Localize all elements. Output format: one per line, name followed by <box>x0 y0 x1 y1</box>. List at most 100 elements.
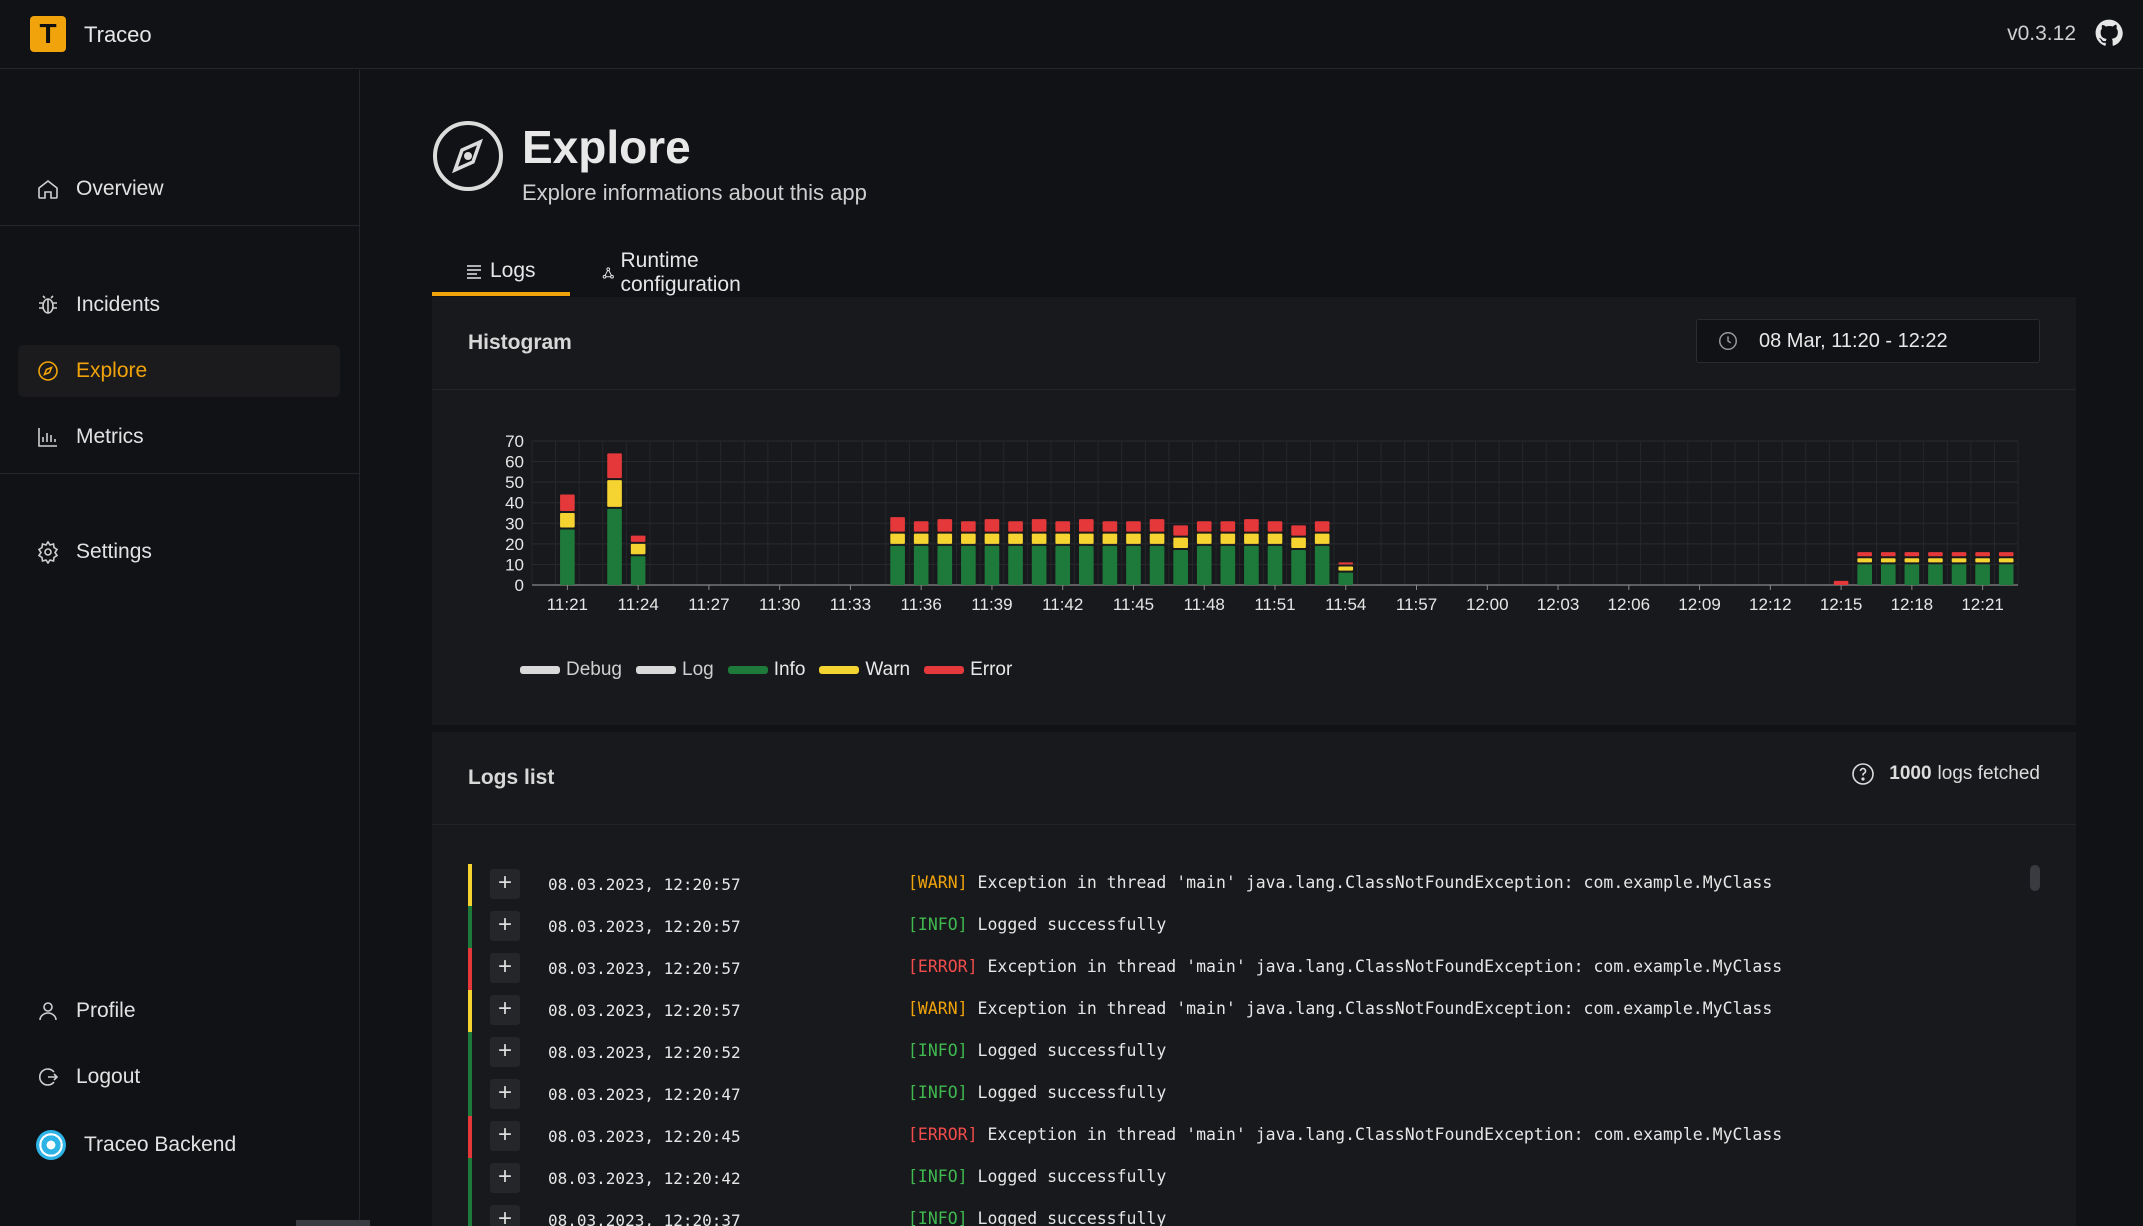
log-row[interactable]: +08.03.2023, 12:20:57 [INFO] Logged succe… <box>468 906 2028 948</box>
horizontal-scrollbar[interactable] <box>296 1220 370 1226</box>
x-tick-label: 11:45 <box>1113 595 1154 614</box>
histogram-bar-warn <box>1220 533 1236 544</box>
fetched-number: 1000 <box>1889 763 1932 784</box>
sidebar-item-profile[interactable]: Profile <box>18 985 340 1037</box>
y-tick-label: 0 <box>515 576 524 595</box>
expand-log-button[interactable]: + <box>490 869 520 899</box>
histogram-bar-warn <box>1928 558 1943 563</box>
sidebar-item-settings[interactable]: Settings <box>18 526 340 578</box>
x-tick-label: 11:39 <box>971 595 1012 614</box>
histogram-bar-error <box>1173 525 1188 536</box>
log-row[interactable]: +08.03.2023, 12:20:42 [INFO] Logged succe… <box>468 1158 2028 1200</box>
expand-log-button[interactable]: + <box>490 1079 520 1109</box>
legend-item-log[interactable]: Log <box>636 659 714 681</box>
histogram-bar-info <box>560 529 575 585</box>
sidebar-item-metrics[interactable]: Metrics <box>18 411 340 463</box>
legend-label: Info <box>773 659 806 680</box>
legend-label: Debug <box>566 659 622 680</box>
histogram-bar-error <box>1975 552 1990 557</box>
log-message: [INFO] Logged successfully <box>908 1167 1166 1186</box>
histogram-bar-error <box>607 453 622 479</box>
legend-item-warn[interactable]: Warn <box>819 659 910 681</box>
legend-item-debug[interactable]: Debug <box>520 659 622 681</box>
x-tick-label: 11:27 <box>688 595 729 614</box>
logout-icon <box>39 1068 59 1086</box>
legend-item-error[interactable]: Error <box>924 659 1012 681</box>
expand-log-button[interactable]: + <box>490 953 520 983</box>
expand-log-button[interactable]: + <box>490 1163 520 1193</box>
logs-header: Logs list 1000 logs fetched <box>432 732 2076 825</box>
logs-scrollbar[interactable] <box>2030 865 2040 891</box>
sidebar-item-incidents[interactable]: Incidents <box>18 279 340 331</box>
sidebar-item-explore[interactable]: Explore <box>18 345 340 397</box>
histogram-bar-warn <box>961 533 976 544</box>
y-tick-label: 50 <box>505 473 524 492</box>
sidebar-item-label: Traceo Backend <box>84 1133 237 1156</box>
log-row[interactable]: +08.03.2023, 12:20:57 [WARN] Exception in… <box>468 864 2028 906</box>
gear-icon <box>37 540 59 564</box>
histogram-bar-error <box>1078 519 1094 532</box>
tab-label: Runtime configuration <box>620 249 741 296</box>
tab-logs[interactable]: Logs <box>432 250 570 296</box>
histogram-bar-info <box>1267 545 1283 585</box>
log-row[interactable]: +08.03.2023, 12:20:57 [WARN] Exception in… <box>468 990 2028 1032</box>
histogram-bar-info <box>913 545 929 585</box>
histogram-bar-error <box>913 521 929 532</box>
histogram-bar-warn <box>1126 533 1141 544</box>
log-message: [ERROR] Exception in thread 'main' java.… <box>908 957 1782 976</box>
log-level-bar <box>468 1032 472 1074</box>
histogram-bar-warn <box>1149 533 1165 544</box>
log-row[interactable]: +08.03.2023, 12:20:37 [INFO] Logged succe… <box>468 1200 2028 1226</box>
expand-log-button[interactable]: + <box>490 1037 520 1067</box>
y-tick-label: 40 <box>505 494 524 513</box>
histogram-bar-error <box>1267 521 1283 532</box>
expand-log-button[interactable]: + <box>490 995 520 1025</box>
histogram-bar-info <box>1078 545 1094 585</box>
log-row[interactable]: +08.03.2023, 12:20:47 [INFO] Logged succe… <box>468 1074 2028 1116</box>
github-icon[interactable] <box>2095 19 2123 47</box>
histogram-bar-error <box>984 519 1000 532</box>
sidebar-item-overview[interactable]: Overview <box>18 163 340 215</box>
legend-item-info[interactable]: Info <box>727 659 806 681</box>
logs-list: +08.03.2023, 12:20:57 [WARN] Exception in… <box>432 864 2076 1226</box>
y-tick-label: 10 <box>505 555 524 574</box>
log-level-tag: [INFO] <box>908 915 968 934</box>
sidebar-item-project[interactable]: Traceo Backend <box>18 1119 340 1171</box>
histogram-bar-error <box>560 494 575 511</box>
log-row[interactable]: +08.03.2023, 12:20:45 [ERROR] Exception i… <box>468 1116 2028 1158</box>
x-tick-label: 12:15 <box>1820 595 1863 614</box>
histogram-bar-warn <box>1196 533 1212 544</box>
tab-runtime-configuration[interactable]: Runtime configuration <box>570 249 780 296</box>
log-text: Exception in thread 'main' java.lang.Cla… <box>987 1125 1783 1144</box>
log-level-tag: [ERROR] <box>908 957 978 976</box>
expand-log-button[interactable]: + <box>490 911 520 941</box>
page-title: Explore <box>522 121 691 173</box>
histogram-bar-warn <box>1951 558 1967 563</box>
sidebar-item-logout[interactable]: Logout <box>18 1051 340 1103</box>
sidebar-divider <box>0 225 359 226</box>
histogram-panel: Histogram 08 Mar, 11:20 - 12:22 0 10 20 30 4… <box>432 297 2076 725</box>
version-label: v0.3.12 <box>2007 22 2076 45</box>
histogram-bar-info <box>1149 545 1165 585</box>
histogram-bar-warn <box>1904 558 1920 563</box>
clock-icon <box>1719 332 1737 350</box>
help-circle-icon[interactable] <box>1851 762 1875 786</box>
legend-label: Error <box>970 659 1013 680</box>
traceo-logo[interactable]: T <box>30 16 66 52</box>
expand-log-button[interactable]: + <box>490 1205 520 1226</box>
app-title[interactable]: Traceo <box>84 22 152 48</box>
log-row[interactable]: +08.03.2023, 12:20:57 [ERROR] Exception i… <box>468 948 2028 990</box>
histogram-bar-error <box>1857 552 1872 557</box>
logs-panel: Logs list 1000 logs fetched +08.03.2023,… <box>432 732 2076 1226</box>
histogram-bar-warn <box>890 533 905 544</box>
histogram-bar-error <box>1338 562 1354 565</box>
histogram-bar-info <box>1244 545 1259 585</box>
histogram-bar-info <box>1904 564 1920 585</box>
histogram-bar-error <box>1126 521 1141 532</box>
sidebar-item-label: Profile <box>76 999 136 1022</box>
log-row[interactable]: +08.03.2023, 12:20:52 [INFO] Logged succe… <box>468 1032 2028 1074</box>
y-tick-label: 70 <box>505 432 524 451</box>
time-range-picker[interactable]: 08 Mar, 11:20 - 12:22 <box>1696 319 2040 363</box>
expand-log-button[interactable]: + <box>490 1121 520 1151</box>
histogram-bar-info <box>1102 545 1118 585</box>
